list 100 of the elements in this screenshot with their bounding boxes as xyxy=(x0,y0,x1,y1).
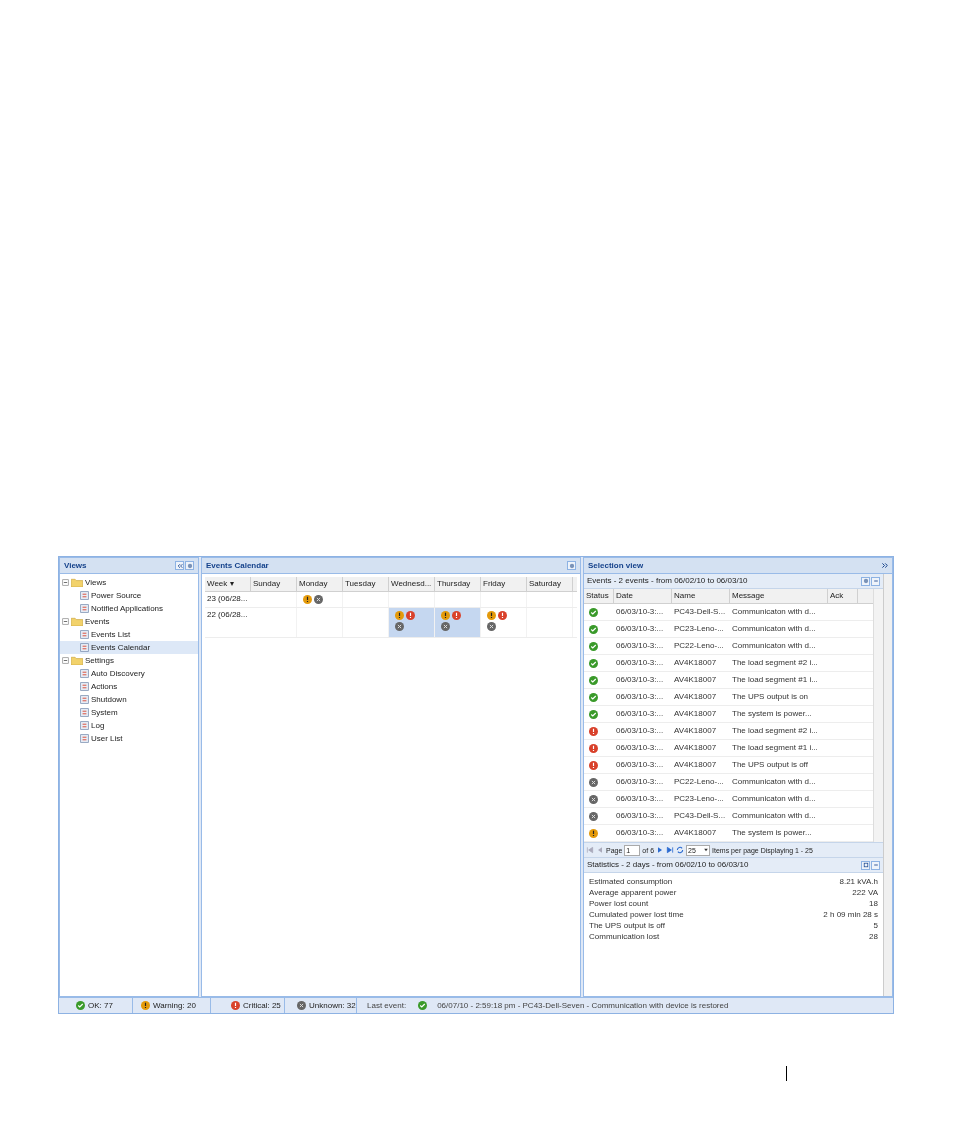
table-cell-text: PC23-Leno-... xyxy=(673,625,725,633)
column-header[interactable]: Sunday xyxy=(251,577,297,591)
column-header[interactable]: Week ▾ xyxy=(205,577,251,591)
column-header[interactable]: Tuesday xyxy=(343,577,389,591)
table-cell-text: Communicaton with d... xyxy=(731,608,817,616)
tree-label: Events List xyxy=(91,630,131,639)
tree-label: Actions xyxy=(91,682,118,691)
tree-item[interactable]: Log xyxy=(60,719,198,732)
table-cell-text: 06/03/10-3:... xyxy=(615,676,665,684)
tree-item[interactable]: Notified Applications xyxy=(60,602,198,615)
tree-item[interactable]: System xyxy=(60,706,198,719)
table-cell-text: 06/03/10-3:... xyxy=(615,744,665,752)
previous-page-button[interactable] xyxy=(596,846,604,854)
tree-label: Events Calendar xyxy=(91,643,151,652)
day-cell[interactable] xyxy=(435,608,481,637)
table-cell-text: 06/03/10-3:... xyxy=(615,625,665,633)
table-cell-text: The load segment #2 i... xyxy=(731,727,819,735)
settings-button[interactable] xyxy=(567,561,576,570)
tree-item[interactable]: Events List xyxy=(60,628,198,641)
folder-icon xyxy=(71,656,83,665)
column-header[interactable]: Monday xyxy=(297,577,343,591)
page-icon xyxy=(80,669,89,678)
settings-icon xyxy=(186,562,193,569)
tree-label: User List xyxy=(91,734,123,743)
settings-button[interactable] xyxy=(861,576,870,586)
scrollbar[interactable] xyxy=(873,589,883,842)
table-cell-text: 06/03/10-3:... xyxy=(615,812,665,820)
table-cell-text: The load segment #1 i... xyxy=(731,676,819,684)
table-cell-text: The system is power... xyxy=(731,829,813,837)
table-cell-text: PC22-Leno-... xyxy=(673,642,725,650)
restore-button[interactable] xyxy=(861,860,870,870)
refresh-button[interactable] xyxy=(676,846,685,854)
statistic-label: Cumulated power lost time xyxy=(589,911,684,920)
column-header[interactable]: Wednesd... xyxy=(389,577,435,591)
double-chevron-icon xyxy=(881,562,888,569)
tree-label: Auto Discovery xyxy=(91,669,145,678)
column-header[interactable]: Ack xyxy=(828,589,858,603)
scrollbar[interactable] xyxy=(883,574,892,996)
statistic-label: Average apparent power xyxy=(589,889,677,898)
tree-label: System xyxy=(91,708,118,717)
statistic-value: 18 xyxy=(869,900,878,909)
tree-item[interactable]: User List xyxy=(60,732,198,745)
restore-icon xyxy=(862,862,869,868)
page-icon xyxy=(80,734,89,743)
table-cell-text: AV4K18007 xyxy=(673,727,718,735)
statistic-label: Power lost count xyxy=(589,900,649,909)
statistic-label: Estimated consumption xyxy=(589,878,673,887)
table-cell-text: 06/03/10-3:... xyxy=(615,710,665,718)
tree-label: Events xyxy=(85,617,110,626)
tree-item[interactable]: Power Source xyxy=(60,589,198,602)
tree-item[interactable]: Events xyxy=(60,615,198,628)
column-header[interactable]: Saturday xyxy=(527,577,573,591)
tree-label: Log xyxy=(91,721,105,730)
panel-title: Events - 2 events - from 06/02/10 to 06/03/10 xyxy=(587,577,748,585)
column-header[interactable]: Friday xyxy=(481,577,527,591)
first-page-button[interactable] xyxy=(586,846,594,854)
day-cell[interactable] xyxy=(389,608,435,637)
last-event-label: Last event: xyxy=(367,1001,407,1010)
page-icon xyxy=(80,591,89,600)
table-cell-text: 06/03/10-3:... xyxy=(615,795,665,803)
column-header[interactable]: Status xyxy=(584,589,614,603)
column-header[interactable]: Message xyxy=(730,589,828,603)
tree-item[interactable]: Settings xyxy=(60,654,198,667)
table-cell-text: PC22-Leno-... xyxy=(673,778,725,786)
collapse-button[interactable] xyxy=(175,561,184,570)
week-cell-text: 23 (06/28... xyxy=(206,593,249,605)
table-cell-text: The load segment #1 i... xyxy=(731,744,819,752)
last-page-button[interactable] xyxy=(666,846,675,854)
statistic-value: 2 h 09 min 28 s xyxy=(823,911,878,920)
column-header[interactable]: Thursday xyxy=(435,577,481,591)
table-cell-text: 06/03/10-3:... xyxy=(615,693,665,701)
column-header[interactable]: Name xyxy=(672,589,730,603)
column-header[interactable]: Date xyxy=(614,589,672,603)
tree-item[interactable]: Views xyxy=(60,576,198,589)
table-cell-text: Communicaton with d... xyxy=(731,812,817,820)
table-cell-text: 06/03/10-3:... xyxy=(615,829,665,837)
collapse-icon xyxy=(176,562,183,569)
panel-title: Statistics - 2 days - from 06/02/10 to 06/03/10 xyxy=(587,861,749,869)
panel-title: Events Calendar xyxy=(206,561,269,570)
refresh-icon xyxy=(676,846,685,854)
tree-item[interactable]: Shutdown xyxy=(60,693,198,706)
folder-icon xyxy=(71,578,83,587)
table-cell-text: The system is power... xyxy=(731,710,813,718)
caret-icon xyxy=(703,847,710,853)
minimize-icon xyxy=(872,578,879,584)
tree-item[interactable]: Auto Discovery xyxy=(60,667,198,680)
settings-icon xyxy=(862,578,869,584)
tree-item[interactable]: Actions xyxy=(60,680,198,693)
tree-item[interactable]: Events Calendar xyxy=(60,641,198,654)
settings-button[interactable] xyxy=(185,561,194,570)
minimize-button[interactable] xyxy=(871,576,880,586)
tree-label: Views xyxy=(85,578,107,587)
statistic-value: 8.21 kVA.h xyxy=(839,878,878,887)
table-cell-text: AV4K18007 xyxy=(673,710,718,718)
previous-page-icon xyxy=(596,846,604,854)
statistic-value: 222 VA xyxy=(852,889,878,898)
table-cell-text: Communicaton with d... xyxy=(731,642,817,650)
week-cell-text: 22 (06/28... xyxy=(206,609,249,621)
table-cell-text: Communicaton with d... xyxy=(731,625,817,633)
statistic-value: 28 xyxy=(869,933,878,942)
